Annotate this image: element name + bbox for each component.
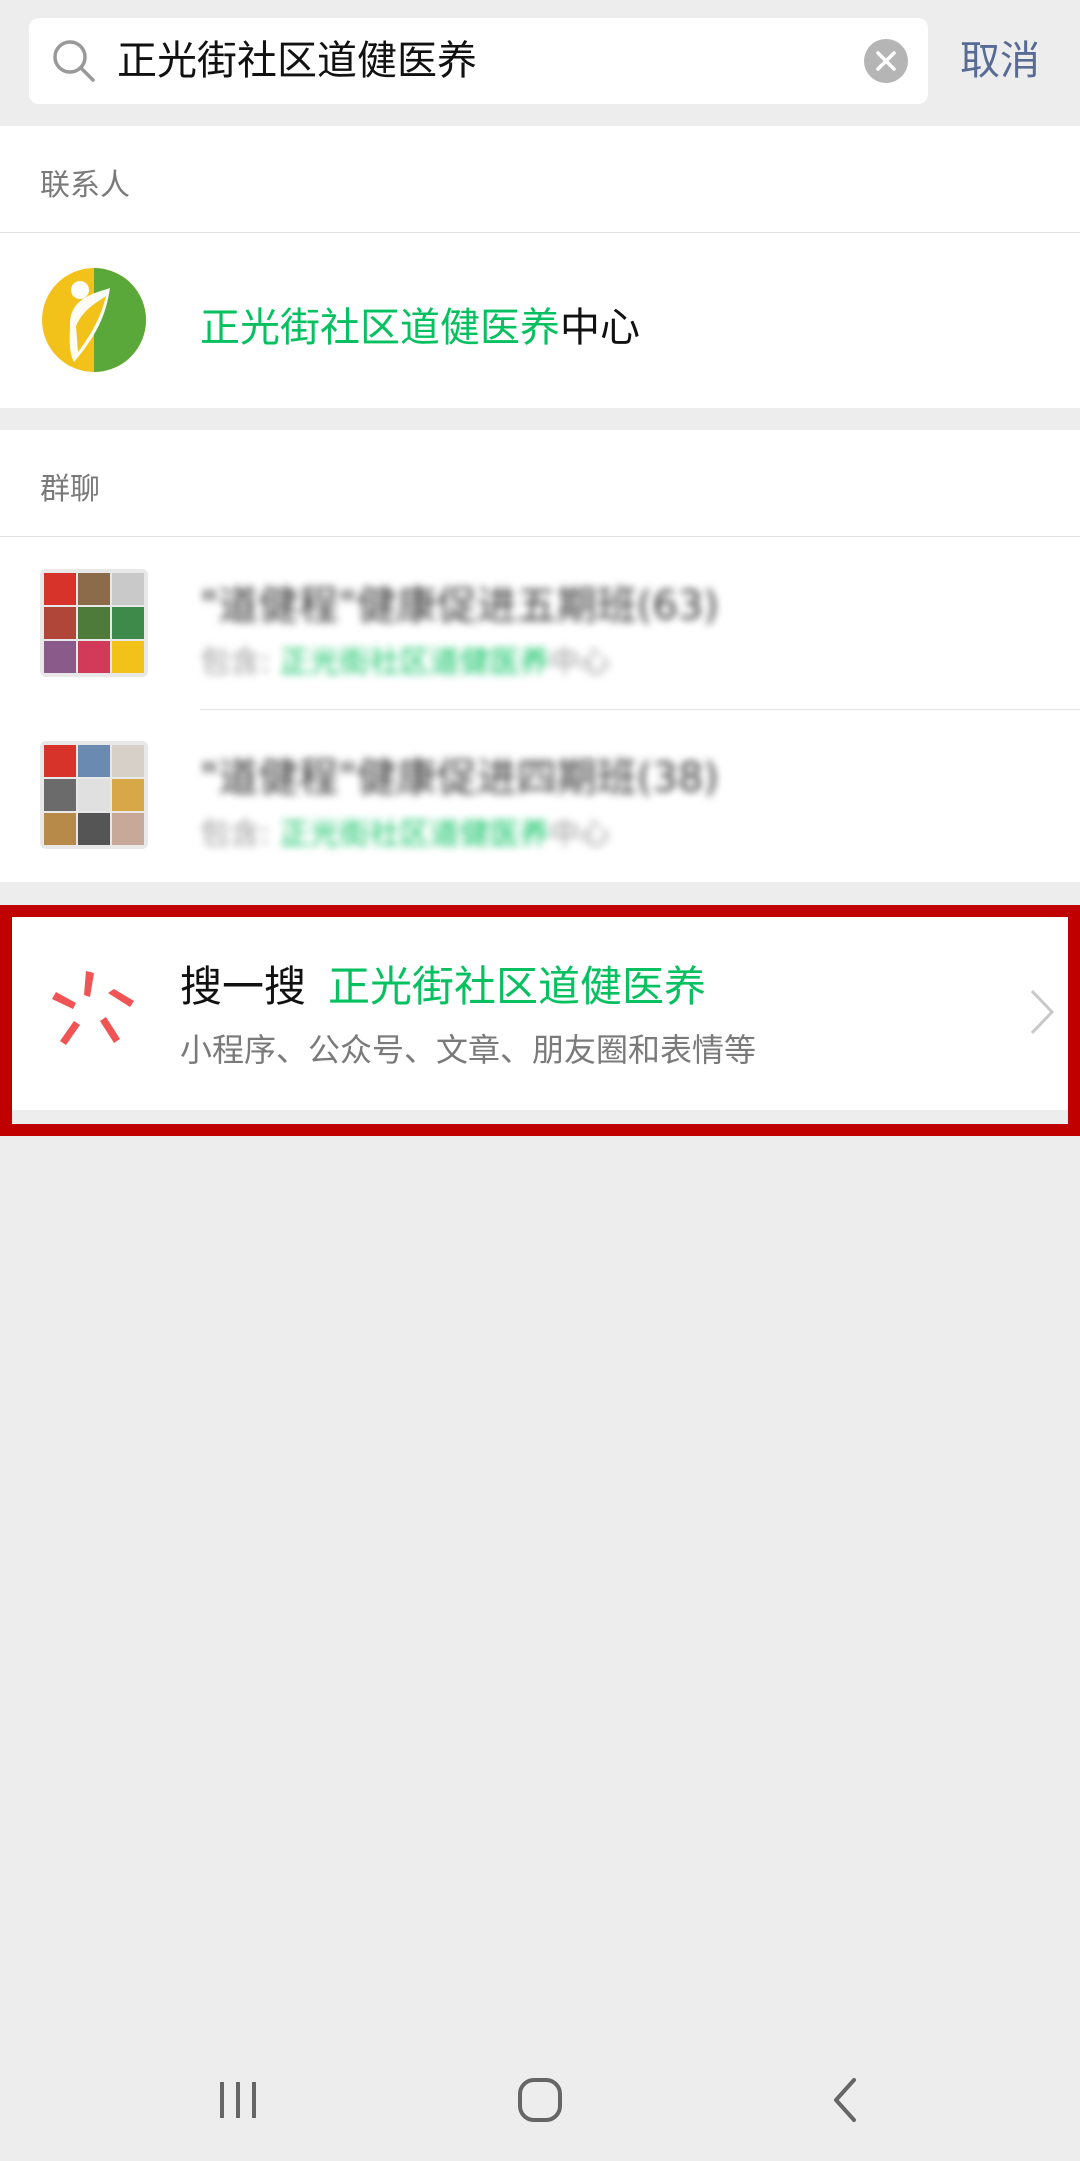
chevron-right-icon [1030,989,1055,1035]
group-title: "道健程"健康促进四期班(38) [200,755,719,801]
contacts-header: 联系人 [0,126,1080,233]
group-subtitle: 包含: 正光街社区道健医养中心 [200,637,610,681]
home-icon[interactable] [510,2070,570,2130]
group-sub-rest: 中心 [549,645,610,680]
clear-icon[interactable] [863,38,909,84]
groups-header: 群聊 [0,430,1080,537]
group-sub-prefix: 包含: [200,645,280,680]
group-row[interactable]: "道健程"健康促进五期班(63) 包含: 正光街社区道健医养中心 [0,537,1080,709]
group-avatar [40,741,148,849]
group-row[interactable]: "道健程"健康促进四期班(38) 包含: 正光街社区道健医养中心 [0,709,1080,881]
search-bar: 正光街社区道健医养 取消 [0,0,1080,126]
back-icon[interactable] [816,2070,876,2130]
groups-section: 群聊 "道健程"健康促进五期班(63) 包含: 正光街社区道健医养中心 "道健程… [0,430,1080,882]
search-icon [53,40,95,82]
logo-icon [42,268,146,372]
sys-search-frame: 搜一搜 正光街社区道健医养 小程序、公众号、文章、朋友圈和表情等 [0,905,1080,1136]
sys-search-label: 搜一搜 [180,962,307,1011]
group-avatar [40,569,148,677]
contact-name-highlight: 正光街社区道健医养 [200,305,560,351]
group-subtitle: 包含: 正光街社区道健医养中心 [200,809,610,853]
system-nav-bar [0,2040,1080,2161]
recent-apps-icon[interactable] [208,2070,268,2130]
search-query-text: 正光街社区道健医养 [117,38,477,84]
group-title: "道健程"健康促进五期班(63) [200,583,719,629]
contacts-section: 联系人 正光街社区道健医养中心 [0,126,1080,408]
sou-yi-sou-icon [52,971,134,1045]
group-sub-highlight: 正光街社区道健医养 [279,817,550,852]
contact-name: 正光街社区道健医养中心 [200,295,640,353]
group-sub-highlight: 正光街社区道健医养 [279,645,550,680]
group-avatar-grid-icon [44,573,144,673]
group-sub-rest: 中心 [549,817,610,852]
search-input[interactable]: 正光街社区道健医养 [29,18,928,104]
avatar [40,266,148,374]
contact-name-rest: 中心 [560,305,640,351]
sys-search-keyword: 正光街社区道健医养 [328,962,707,1011]
sys-search-title: 搜一搜 正光街社区道健医养 [180,953,706,1014]
sys-search-subtitle: 小程序、公众号、文章、朋友圈和表情等 [180,1031,757,1069]
sys-search-row[interactable]: 搜一搜 正光街社区道健医养 小程序、公众号、文章、朋友圈和表情等 [12,917,1068,1110]
cancel-button[interactable]: 取消 [960,18,1040,104]
group-avatar-grid-icon [44,745,144,845]
contact-row[interactable]: 正光街社区道健医养中心 [0,233,1080,407]
group-sub-prefix: 包含: [200,817,280,852]
